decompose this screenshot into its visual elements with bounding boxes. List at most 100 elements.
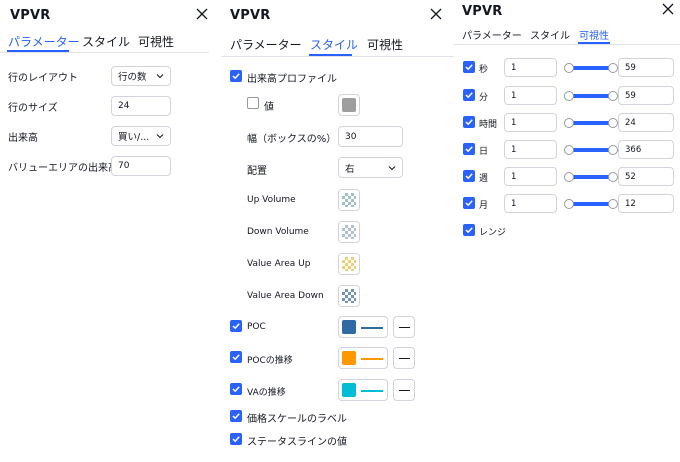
chevron-down-icon (388, 165, 396, 170)
interval-range-slider[interactable] (568, 202, 612, 206)
interval-min-input[interactable]: 1 (504, 140, 557, 159)
slider-max-handle[interactable] (608, 91, 618, 101)
interval-range-slider[interactable] (568, 121, 612, 125)
color-fill (342, 193, 356, 207)
interval-label: 月 (479, 201, 489, 211)
checkmark-icon (465, 119, 473, 126)
tab-divider (221, 56, 454, 57)
placement-value: 右 (345, 163, 355, 175)
ranges-label: レンジ (479, 228, 507, 238)
volume-profile-label: 出来高プロファイル (247, 74, 337, 85)
visibility-checkbox[interactable] (463, 170, 475, 182)
slider-min-handle[interactable] (564, 199, 574, 209)
interval-min-input[interactable]: 1 (504, 167, 557, 186)
slider-max-handle[interactable] (608, 199, 618, 209)
values-color-swatch[interactable] (338, 94, 360, 116)
interval-min-input[interactable]: 1 (504, 58, 557, 77)
interval-range-slider[interactable] (568, 66, 612, 70)
value-area-volume-input[interactable]: 70 (111, 156, 171, 176)
slider-min-handle[interactable] (564, 91, 574, 101)
slider-min-handle[interactable] (564, 118, 574, 128)
status-line-values-label: ステータスラインの値 (247, 437, 347, 448)
row-size-input[interactable]: 24 (111, 96, 171, 116)
poc-trend-color-line-button[interactable] (338, 347, 388, 369)
interval-min-input[interactable]: 1 (504, 113, 557, 132)
tab-visibility[interactable]: 可視性 (579, 27, 609, 42)
visibility-checkbox[interactable] (463, 197, 475, 209)
poc-trend-checkbox[interactable] (230, 351, 242, 363)
poc-trend-line-style-button[interactable] (393, 347, 415, 369)
checkmark-icon (232, 323, 240, 330)
row-layout-select[interactable]: 行の数 (111, 66, 171, 86)
tab-style[interactable]: スタイル (82, 33, 130, 50)
volume-profile-checkbox[interactable] (230, 70, 242, 82)
interval-min-input[interactable]: 1 (504, 86, 557, 105)
volume-select[interactable]: 買い/... (111, 126, 171, 146)
va-trend-label: VAの推移 (247, 388, 286, 398)
chevron-down-icon (156, 134, 164, 139)
visibility-checkbox[interactable] (463, 116, 475, 128)
interval-max-input[interactable]: 24 (618, 113, 674, 132)
poc-checkbox[interactable] (230, 320, 242, 332)
interval-min-input[interactable]: 1 (504, 194, 557, 213)
dialog-title: VPVR (462, 4, 503, 19)
row-size-label: 行のサイズ (8, 103, 58, 114)
color-fill (342, 257, 356, 271)
interval-label: 日 (479, 147, 489, 157)
interval-max-input[interactable]: 59 (618, 58, 674, 77)
interval-max-input[interactable]: 59 (618, 86, 674, 105)
va-trend-line-style-button[interactable] (393, 379, 415, 401)
slider-min-handle[interactable] (564, 145, 574, 155)
down-volume-color-swatch[interactable] (338, 221, 360, 243)
slider-max-handle[interactable] (608, 118, 618, 128)
slider-max-handle[interactable] (608, 145, 618, 155)
ranges-checkbox[interactable] (463, 224, 475, 236)
checkmark-icon (465, 64, 473, 71)
interval-label: 週 (479, 174, 489, 184)
placement-select[interactable]: 右 (338, 157, 403, 178)
close-icon[interactable] (195, 7, 209, 21)
tab-parameters[interactable]: パラメーター (230, 36, 302, 53)
visibility-checkbox[interactable] (463, 61, 475, 73)
tab-parameters[interactable]: パラメーター (462, 27, 522, 42)
tab-visibility[interactable]: 可視性 (367, 36, 403, 53)
tab-parameters[interactable]: パラメーター (8, 33, 80, 50)
interval-max-input[interactable]: 52 (618, 167, 674, 186)
tab-style[interactable]: スタイル (310, 36, 358, 53)
checkmark-icon (232, 354, 240, 361)
va-trend-checkbox[interactable] (230, 383, 242, 395)
row-layout-label: 行のレイアウト (8, 73, 78, 84)
va-trend-color-line-button[interactable] (338, 379, 388, 401)
up-volume-label: Up Volume (247, 195, 296, 205)
close-icon[interactable] (661, 2, 675, 16)
poc-color-line-button[interactable] (338, 316, 388, 338)
visibility-checkbox[interactable] (463, 89, 475, 101)
visibility-checkbox[interactable] (463, 143, 475, 155)
va-down-color-swatch[interactable] (338, 285, 360, 307)
slider-min-handle[interactable] (564, 172, 574, 182)
line-style-icon (399, 390, 410, 391)
interval-label: 秒 (479, 65, 489, 75)
interval-max-input[interactable]: 12 (618, 194, 674, 213)
va-up-label: Value Area Up (247, 259, 311, 269)
slider-min-handle[interactable] (564, 63, 574, 73)
tab-style[interactable]: スタイル (530, 27, 570, 42)
interval-range-slider[interactable] (568, 94, 612, 98)
row-layout-value: 行の数 (118, 72, 147, 83)
interval-range-slider[interactable] (568, 148, 612, 152)
price-scale-labels-checkbox[interactable] (230, 410, 242, 422)
tab-visibility[interactable]: 可視性 (138, 33, 174, 50)
status-line-values-checkbox[interactable] (230, 433, 242, 445)
interval-range-slider[interactable] (568, 175, 612, 179)
width-input[interactable]: 30 (338, 126, 403, 147)
interval-max-input[interactable]: 366 (618, 140, 674, 159)
close-icon[interactable] (429, 7, 443, 21)
poc-line-style-button[interactable] (393, 316, 415, 338)
slider-max-handle[interactable] (608, 63, 618, 73)
volume-label: 出来高 (8, 133, 38, 144)
va-up-color-swatch[interactable] (338, 253, 360, 275)
values-checkbox[interactable] (247, 97, 259, 109)
up-volume-color-swatch[interactable] (338, 189, 360, 211)
slider-max-handle[interactable] (608, 172, 618, 182)
poc-trend-label: POCの推移 (247, 356, 293, 366)
